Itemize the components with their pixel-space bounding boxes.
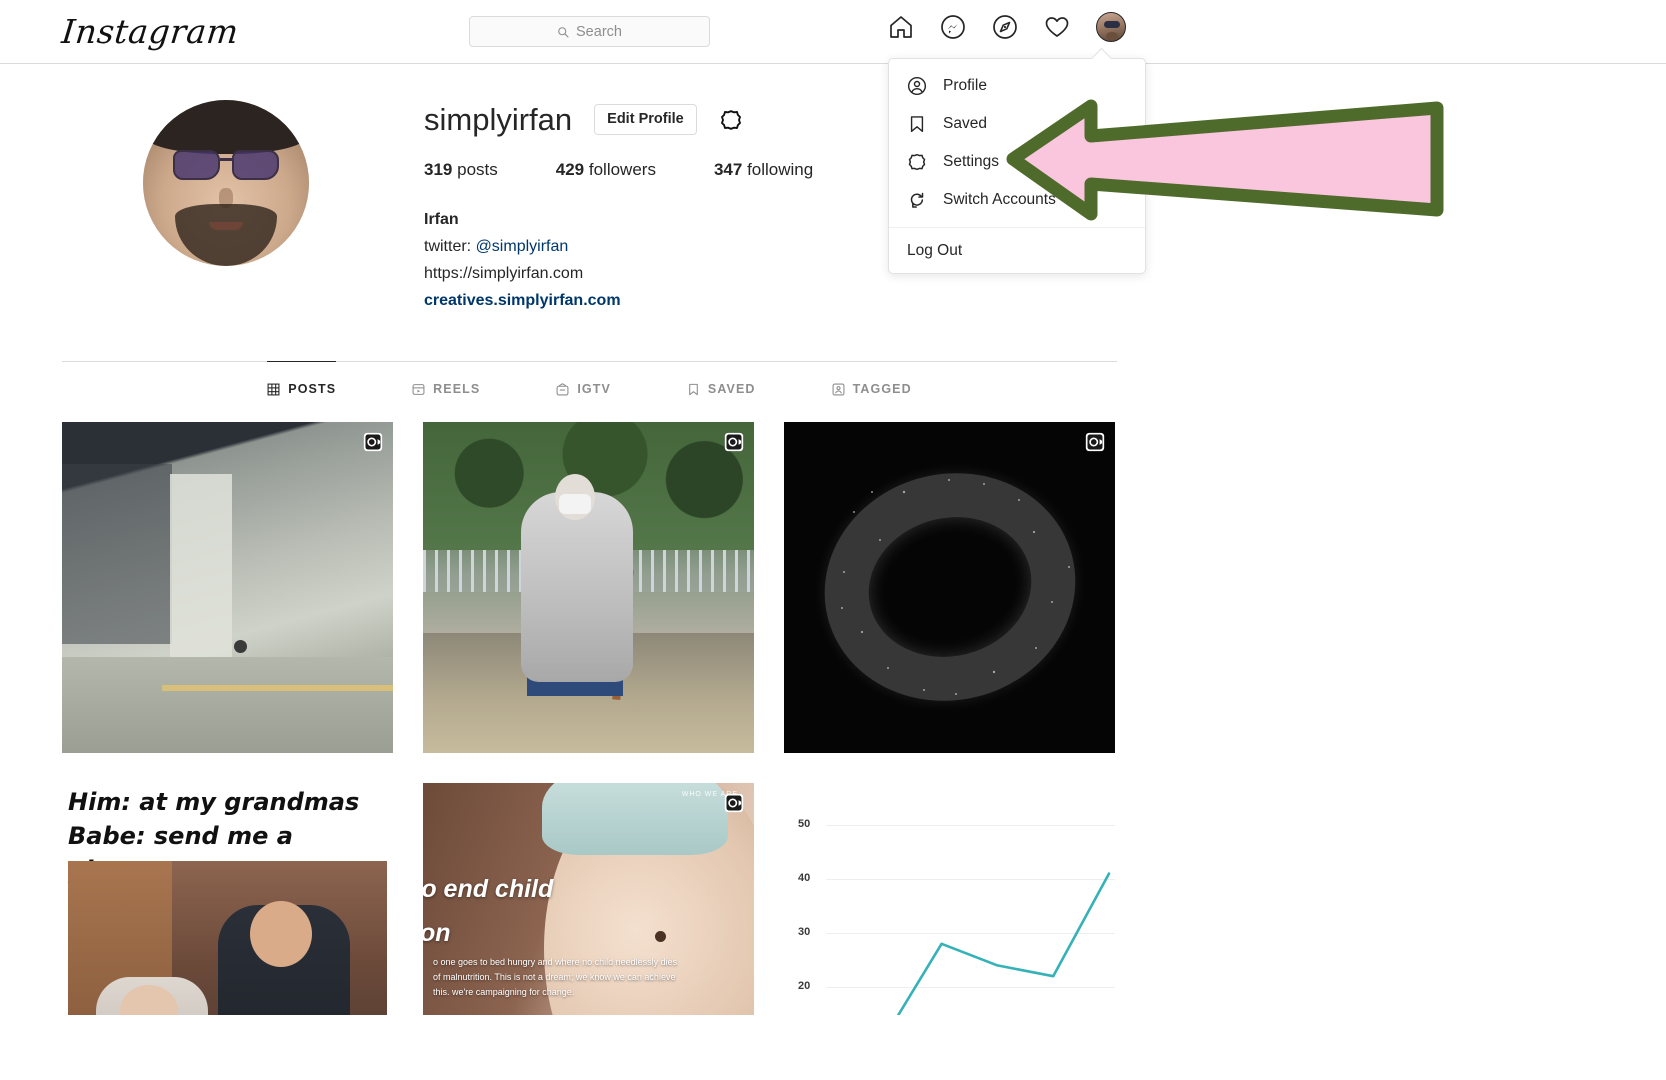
post-5-overlay-line-2: ion: [423, 919, 451, 947]
dropdown-label-saved: Saved: [943, 115, 987, 132]
stat-following[interactable]: 347 following: [714, 160, 813, 180]
switch-accounts-icon: [910, 192, 924, 208]
reels-icon: [412, 383, 425, 395]
dropdown-label-logout: Log Out: [907, 241, 963, 259]
top-navigation-bar: Instagram Search: [0, 0, 1666, 64]
igtv-icon: [556, 382, 569, 395]
post-1-pillar: [170, 474, 232, 674]
tab-saved[interactable]: SAVED: [687, 361, 756, 410]
tab-igtv-label: IGTV: [577, 382, 611, 396]
profile-full-name: Irfan: [424, 211, 459, 228]
carousel-icon: [724, 432, 744, 452]
profile-avatar[interactable]: [1096, 12, 1126, 42]
post-5-overlay-heading: to end child ion: [423, 867, 693, 955]
page-bottom-fade: [0, 1015, 1666, 1080]
post-1-object: [234, 640, 247, 653]
home-icon[interactable]: [888, 14, 914, 40]
profile-stats: 319 posts 429 followers 347 following: [424, 160, 871, 180]
tab-reels-label: REELS: [433, 382, 481, 396]
search-icon: [558, 26, 569, 38]
avatar-hair: [143, 100, 309, 154]
bio-twitter-prefix: twitter:: [424, 238, 476, 255]
post-1-floor: [62, 657, 393, 753]
tab-posts-label: POSTS: [288, 382, 337, 396]
stat-following-value: 347: [713, 160, 743, 179]
annotation-arrow: [1006, 99, 1444, 221]
post-tile[interactable]: [62, 422, 393, 753]
bio-twitter-handle-link[interactable]: @simplyirfan: [476, 238, 569, 255]
post-1-rail: [162, 685, 393, 691]
bio-twitter-line: twitter: @simplyirfan: [424, 233, 621, 260]
carousel-icon: [724, 793, 744, 813]
instagram-logo[interactable]: Instagram: [60, 12, 241, 51]
post-3-starfield: [841, 479, 1070, 695]
edit-profile-button[interactable]: Edit Profile: [594, 104, 697, 136]
grid-icon: [267, 383, 280, 395]
profile-tab-bar: POSTS REELS IGTV SAVED TAGGED: [62, 361, 1117, 410]
instagram-profile-page: Instagram Search Profile Saved Settings …: [0, 0, 1666, 1080]
post-2-figure: [521, 492, 633, 682]
bio-website-text: https://simplyirfan.com: [424, 265, 584, 282]
nav-icon-group: [888, 12, 1126, 42]
tagged-person-icon: [832, 383, 845, 395]
gear-icon: [908, 153, 926, 171]
page-title: simplyirfan: [424, 102, 573, 138]
post-tile[interactable]: [784, 422, 1115, 753]
stat-following-label: following: [747, 160, 814, 179]
post-4-man-face: [250, 901, 312, 967]
stat-followers-value: 429: [555, 160, 585, 179]
profile-bio: Irfan twitter: @simplyirfan https://simp…: [424, 206, 621, 314]
post-1-wall: [62, 464, 172, 644]
bookmark-icon: [689, 383, 698, 395]
tab-tagged-label: TAGGED: [852, 382, 912, 396]
stat-posts[interactable]: 319 posts: [424, 160, 498, 180]
post-tile[interactable]: [423, 422, 754, 753]
tab-saved-label: SAVED: [707, 382, 756, 396]
post-5-overlay-line-1: to end child: [423, 875, 554, 903]
dropdown-label-settings: Settings: [943, 153, 1000, 170]
dropdown-item-logout[interactable]: Log Out: [889, 228, 1145, 273]
stat-followers[interactable]: 429 followers: [556, 160, 656, 180]
search-placeholder-text: Search: [576, 23, 622, 40]
post-5-overlay-body: o one goes to bed hungry and where no ch…: [433, 957, 678, 997]
carousel-icon: [1085, 432, 1105, 452]
stat-posts-label: posts: [457, 160, 498, 179]
post-grid: Him: at my grandmas Babe: send me a pict…: [62, 422, 1116, 1080]
avatar-sunglasses: [173, 150, 279, 182]
bio-external-link[interactable]: creatives.simplyirfan.com: [424, 287, 621, 314]
profile-picture[interactable]: [143, 100, 309, 266]
carousel-icon: [363, 432, 383, 452]
post-2-face-mask: [559, 494, 591, 514]
username-row: simplyirfan Edit Profile: [424, 102, 743, 138]
profile-settings-gear-icon[interactable]: [719, 108, 743, 132]
search-input[interactable]: Search: [469, 16, 710, 47]
explore-icon[interactable]: [992, 14, 1018, 40]
avatar-mouth: [209, 222, 243, 230]
activity-heart-icon[interactable]: [1044, 14, 1070, 40]
bookmark-icon: [910, 116, 924, 133]
tab-reels[interactable]: REELS: [412, 361, 480, 410]
messenger-icon[interactable]: [940, 14, 966, 40]
tab-igtv[interactable]: IGTV: [556, 361, 611, 410]
stat-posts-value: 319: [424, 160, 453, 179]
tab-posts[interactable]: POSTS: [267, 361, 337, 410]
post-4-meme-line-1: Him: at my grandmas: [68, 788, 360, 816]
profile-circle-icon: [907, 76, 927, 96]
dropdown-label-profile: Profile: [943, 77, 987, 94]
stat-followers-label: followers: [588, 160, 656, 179]
tab-tagged[interactable]: TAGGED: [832, 361, 912, 410]
